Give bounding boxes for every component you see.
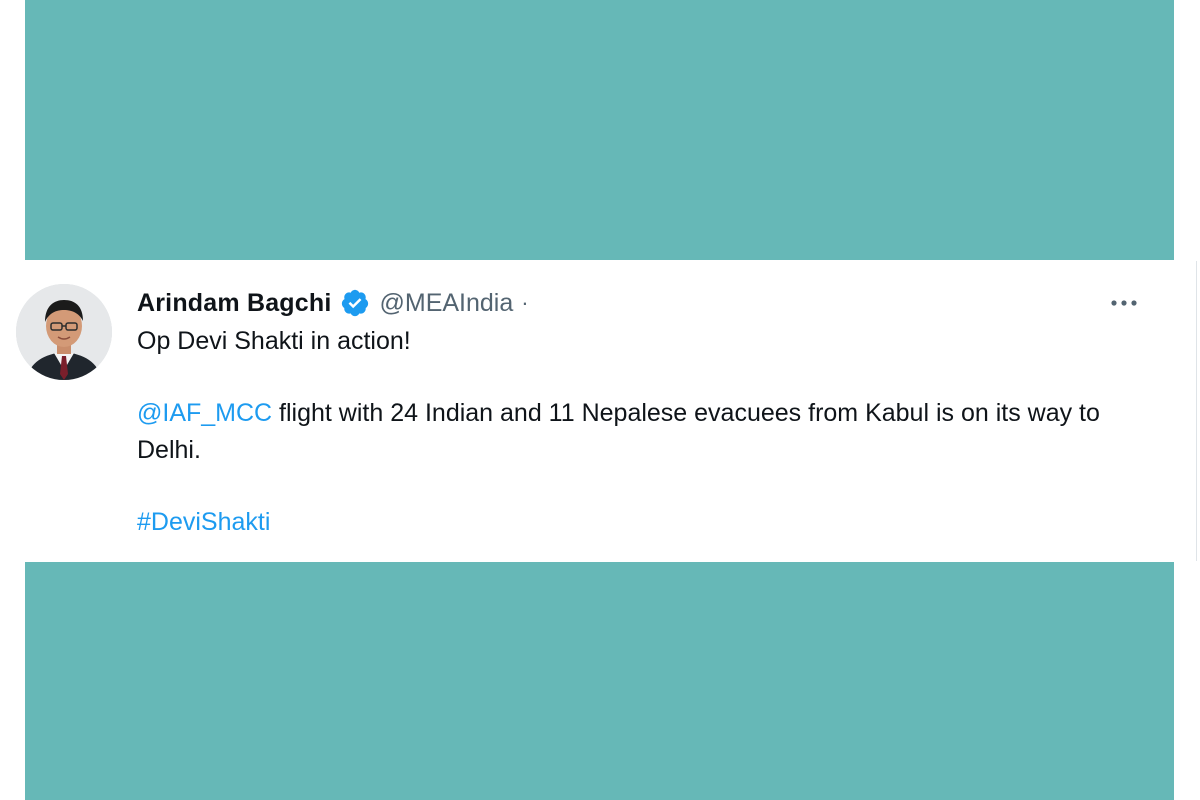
separator-dot: · (521, 290, 529, 315)
profile-photo-icon (16, 284, 112, 380)
tweet-hashtag-line: #DeviShakti (137, 504, 1167, 541)
teal-background-bottom (25, 562, 1174, 800)
author-name[interactable]: Arindam Bagchi (137, 289, 332, 318)
teal-background-top (25, 0, 1174, 260)
tweet-paragraph-2: @IAF_MCC flight with 24 Indian and 11 Ne… (137, 395, 1167, 469)
avatar[interactable] (16, 284, 112, 380)
tweet-header: Arindam Bagchi @MEAIndia · (137, 285, 529, 321)
more-options-icon[interactable] (1108, 291, 1140, 315)
mention-link[interactable]: @IAF_MCC (137, 399, 272, 427)
tweet-line-1: Op Devi Shakti in action! (137, 327, 411, 355)
verified-badge-icon (340, 288, 370, 318)
screenshot-canvas: Arindam Bagchi @MEAIndia · Op Devi Shakt… (0, 0, 1200, 800)
author-handle[interactable]: @MEAIndia (380, 289, 514, 318)
tweet-body-text: flight with 24 Indian and 11 Nepalese ev… (137, 399, 1100, 464)
hashtag-link[interactable]: #DeviShakti (137, 508, 270, 536)
tweet-card[interactable]: Arindam Bagchi @MEAIndia · Op Devi Shakt… (0, 261, 1197, 561)
tweet-text: Op Devi Shakti in action! @IAF_MCC fligh… (137, 323, 1167, 541)
